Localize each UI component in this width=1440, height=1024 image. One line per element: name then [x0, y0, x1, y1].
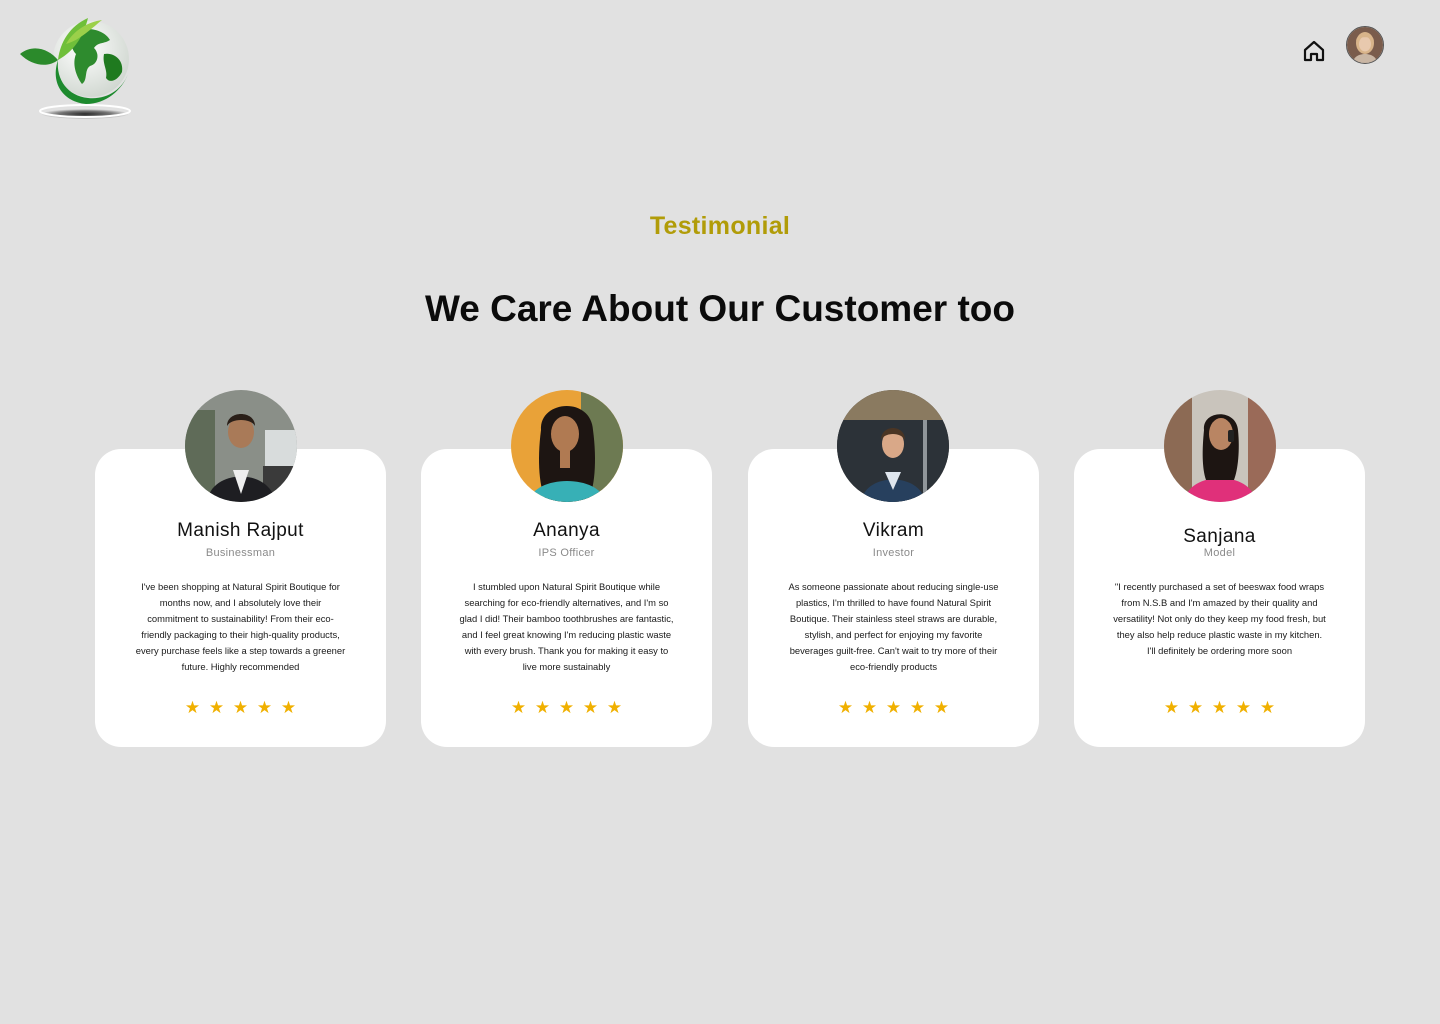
testimonial-quote: I've been shopping at Natural Spirit Bou… [135, 581, 346, 672]
star-rating: ★ ★ ★ ★ ★ [421, 696, 712, 720]
globe-leaf-logo-icon [20, 18, 131, 119]
customer-photo [1164, 390, 1276, 502]
customer-photo [837, 390, 949, 502]
star-icon: ★ [606, 698, 623, 718]
section-eyebrow: Testimonial [649, 212, 791, 240]
star-icon: ★ [1163, 698, 1180, 718]
star-icon: ★ [861, 698, 878, 718]
star-icon: ★ [208, 698, 225, 718]
star-icon: ★ [1235, 698, 1252, 718]
star-icon: ★ [256, 698, 273, 718]
customer-photo-image [185, 390, 297, 502]
customer-name: Manish Rajput [177, 520, 304, 541]
section-headline: We Care About Our Customer too [425, 288, 1015, 329]
home-button[interactable] [1301, 38, 1327, 64]
star-icon: ★ [1211, 698, 1228, 718]
customer-photo [185, 390, 297, 502]
testimonial-quote: As someone passionate about reducing sin… [788, 581, 999, 672]
testimonial-quote: "I recently purchased a set of beeswax f… [1113, 581, 1326, 656]
customer-role: Businessman [205, 547, 276, 559]
star-icon: ★ [933, 698, 950, 718]
star-icon: ★ [558, 698, 575, 718]
star-rating: ★ ★ ★ ★ ★ [748, 696, 1039, 720]
star-icon: ★ [1259, 698, 1276, 718]
star-icon: ★ [1187, 698, 1204, 718]
star-icon: ★ [184, 698, 201, 718]
brand-logo[interactable] [18, 14, 138, 122]
customer-role: Investor [872, 547, 915, 559]
star-icon: ★ [582, 698, 599, 718]
star-icon: ★ [510, 698, 527, 718]
star-icon: ★ [837, 698, 854, 718]
star-rating: ★ ★ ★ ★ ★ [1074, 696, 1365, 720]
customer-role: IPS Officer [538, 547, 595, 559]
star-icon: ★ [909, 698, 926, 718]
customer-name: Vikram [862, 520, 925, 541]
star-icon: ★ [280, 698, 297, 718]
star-icon: ★ [534, 698, 551, 718]
customer-photo [511, 390, 623, 502]
home-icon [1303, 40, 1325, 62]
customer-photo-image [837, 390, 949, 502]
customer-name: Sanjana [1183, 526, 1256, 547]
avatar-image [1347, 27, 1383, 63]
customer-photo-image [1164, 390, 1276, 502]
star-icon: ★ [232, 698, 249, 718]
testimonial-quote: I stumbled upon Natural Spirit Boutique … [459, 581, 674, 672]
customer-role: Model [1203, 547, 1236, 559]
star-icon: ★ [885, 698, 902, 718]
customer-photo-image [511, 390, 623, 502]
user-avatar[interactable] [1346, 26, 1384, 64]
customer-name: Ananya [533, 520, 600, 541]
star-rating: ★ ★ ★ ★ ★ [95, 696, 386, 720]
